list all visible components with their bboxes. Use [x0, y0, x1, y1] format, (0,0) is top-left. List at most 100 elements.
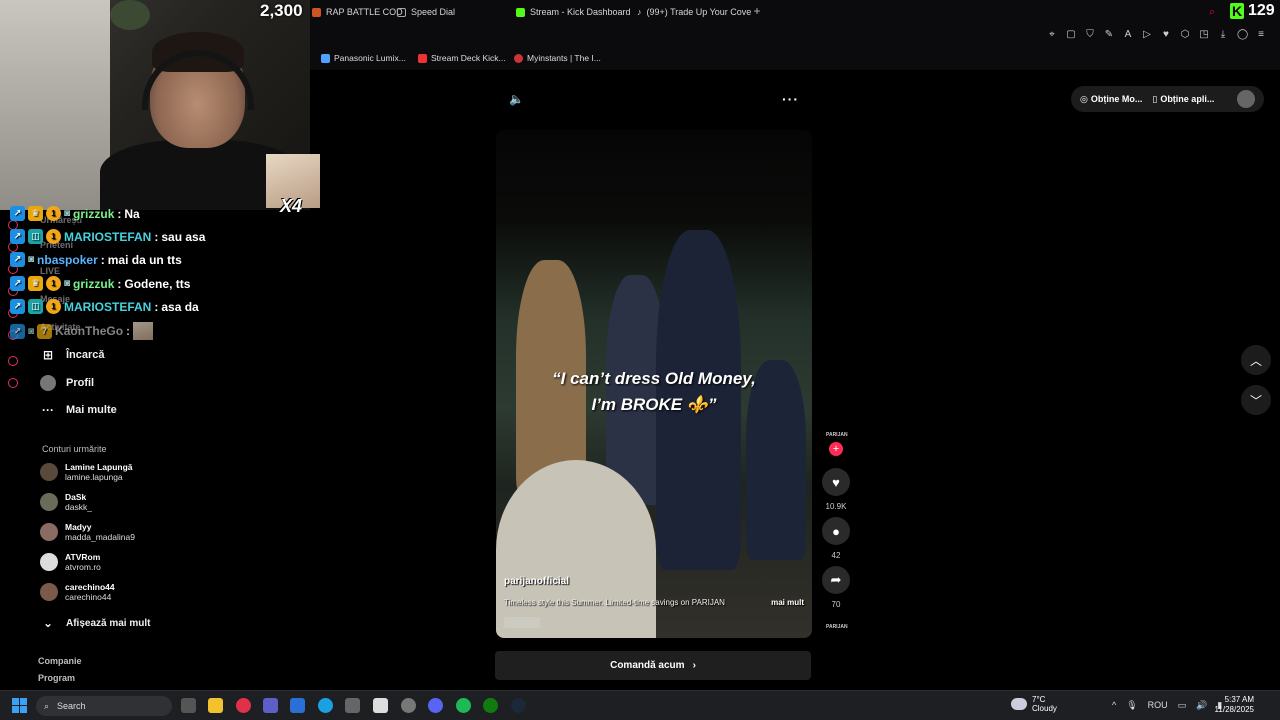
more-link[interactable]: mai mult	[771, 598, 804, 607]
avatar[interactable]	[1237, 90, 1255, 108]
volume-icon[interactable]: 🔈	[509, 92, 524, 106]
tiktok-icon: ♪	[637, 7, 642, 17]
following-account[interactable]: Madyy madda_madalina9	[40, 522, 135, 542]
weather-widget[interactable]: 7°C Cloudy	[1011, 695, 1057, 713]
cloud-icon	[1011, 698, 1027, 710]
xbox-icon[interactable]	[483, 698, 498, 713]
extensions-icon[interactable]: ⬡	[1180, 30, 1190, 40]
more-icon: ···	[42, 403, 54, 417]
plant-icon	[110, 0, 150, 30]
new-tab-button[interactable]: +	[751, 5, 763, 17]
steam-icon[interactable]	[511, 698, 526, 713]
share-icon: ➦	[822, 566, 850, 594]
chevron-up-icon[interactable]: ^	[1112, 700, 1116, 711]
previous-video-button[interactable]: ︿	[1241, 345, 1271, 375]
avatar	[40, 553, 58, 571]
chevron-right-icon: ›	[692, 660, 696, 671]
screenshot-icon[interactable]: ◳	[1199, 30, 1209, 40]
following-account[interactable]: ATVRom atvrom.ro	[40, 552, 101, 572]
like-button[interactable]: ♥ 10.9K	[822, 468, 850, 511]
badge-icon: ↗	[10, 323, 25, 339]
volume-icon[interactable]: 🔊	[1196, 700, 1207, 711]
tab-rap-battle[interactable]: RAP BATTLE COD	[312, 4, 403, 20]
windows-start-icon[interactable]	[12, 698, 27, 713]
pen-icon[interactable]: ✎	[1104, 30, 1114, 40]
pin-icon[interactable]: ⌖	[1047, 30, 1057, 40]
play-icon[interactable]: ▷	[1142, 30, 1152, 40]
discord-icon[interactable]	[428, 698, 443, 713]
order-now-button[interactable]: Comandă acum ›	[495, 651, 811, 680]
following-account[interactable]: Lamine Lapungă lamine.lapunga	[40, 462, 133, 482]
following-account[interactable]: carechino44 carechino44	[40, 582, 115, 602]
store-icon[interactable]	[373, 698, 388, 713]
bookmark-panasonic[interactable]: Panasonic Lumix...	[321, 53, 406, 63]
nav-upload[interactable]: ⊞ Încarcă	[40, 347, 105, 363]
settings-icon[interactable]	[8, 378, 18, 388]
heart-icon[interactable]: ♥	[1161, 30, 1171, 40]
video-author[interactable]: parijanofficial	[504, 576, 569, 587]
myinstants-icon	[514, 53, 523, 63]
kick-logo-icon: K	[1230, 3, 1244, 19]
menu-icon[interactable]: ≡	[1256, 30, 1266, 40]
nav-more[interactable]: ··· Mai multe	[40, 402, 117, 418]
next-video-button[interactable]: ﹀	[1241, 385, 1271, 415]
language-indicator[interactable]: ROU	[1148, 700, 1168, 711]
taskbar-clock[interactable]: 5:37 AM 11/28/2025	[1215, 695, 1254, 715]
file-explorer-icon[interactable]	[208, 698, 223, 713]
badge-icon: ↗	[10, 299, 25, 314]
taskbar-search[interactable]: ⌕ Search	[36, 696, 172, 716]
opera-gx-icon[interactable]	[236, 698, 251, 713]
app-icon[interactable]	[401, 698, 416, 713]
edge-icon[interactable]	[318, 698, 333, 713]
avatar	[40, 583, 58, 601]
bookmark-myinstants[interactable]: Myinstants | The I...	[514, 53, 601, 63]
following-account[interactable]: DaSk daskk_	[40, 492, 92, 512]
task-view-icon[interactable]	[181, 698, 196, 713]
more-options-icon[interactable]: ···	[782, 91, 799, 107]
compass-icon: ◎	[1080, 93, 1088, 104]
viewer-count: 2,300	[260, 1, 303, 20]
microphone-icon[interactable]: 🎙	[1126, 700, 1137, 711]
footer-company-link[interactable]: Companie	[38, 656, 82, 666]
tab-view-icon[interactable]: ▢	[1066, 30, 1076, 40]
heart-icon: ♥	[822, 468, 850, 496]
badge-icon: ↗	[10, 252, 25, 267]
search-icon: ⌕	[44, 700, 50, 711]
badge-icon: ↗	[10, 276, 25, 291]
share-button[interactable]: ➦ 70	[822, 566, 850, 609]
nav-profile[interactable]: Profil	[40, 375, 94, 391]
chat-message: ↗ ◫ 1 MARIOSTEFAN: asa da	[10, 299, 199, 314]
show-more-button[interactable]: ⌄ Afișează mai mult	[40, 615, 151, 631]
shield-icon[interactable]: ⛉	[1085, 30, 1095, 40]
monitor-icon[interactable]: ▭	[1178, 700, 1187, 711]
following-accounts-title: Conturi urmărite	[42, 444, 107, 454]
badge-icon: 1	[46, 206, 61, 221]
bookmark-stream-deck[interactable]: Stream Deck Kick...	[418, 53, 506, 63]
badge-icon: 1	[46, 299, 61, 314]
spotify-icon[interactable]	[456, 698, 471, 713]
video-player[interactable]: “I can’t dress Old Money, I’m BROKE ⚜️” …	[496, 130, 812, 638]
teams-icon[interactable]	[263, 698, 278, 713]
get-app-button[interactable]: ▯ Obține apli...	[1152, 94, 1214, 105]
translate-icon[interactable]: A	[1123, 30, 1133, 40]
webcam-overlay	[0, 0, 310, 210]
chevron-up-icon: ︿	[1249, 353, 1262, 368]
search-icon[interactable]: ⌕	[1209, 6, 1215, 19]
tab-kick-dashboard[interactable]: Stream - Kick Dashboard	[516, 4, 631, 20]
footer-program-link[interactable]: Program	[38, 673, 75, 683]
nav-live[interactable]: LIVE	[40, 266, 60, 276]
tiktok-panel-icon[interactable]	[8, 356, 18, 366]
comment-button[interactable]: ● 42	[822, 517, 850, 560]
video-description: Timeless style this Summer. Limited-time…	[504, 598, 804, 607]
follow-plus-button[interactable]: +	[829, 442, 843, 456]
download-icon[interactable]: ⤓	[1218, 30, 1228, 40]
app-icon[interactable]	[290, 698, 305, 713]
avatar	[40, 523, 58, 541]
get-mode-button[interactable]: ◎ Obține Mo...	[1080, 94, 1142, 105]
account-icon[interactable]: ◯	[1237, 30, 1248, 40]
brand-label: PARIJAN	[826, 432, 848, 438]
tab-tiktok[interactable]: ♪ (99+) Trade Up Your Cove	[637, 4, 751, 20]
app-icon[interactable]	[345, 698, 360, 713]
profile-icon	[40, 375, 56, 391]
tab-speed-dial[interactable]: Speed Dial	[397, 4, 455, 20]
